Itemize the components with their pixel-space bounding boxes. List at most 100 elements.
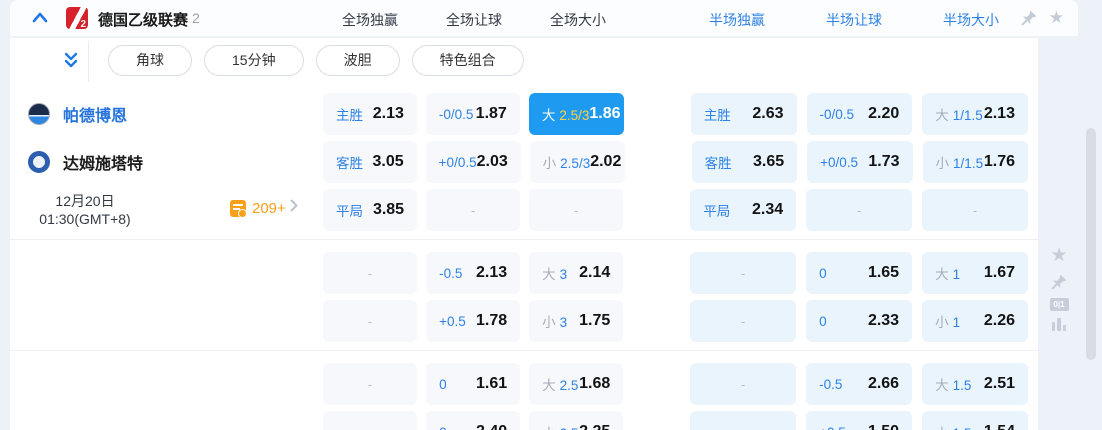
home-team[interactable]: 帕德博恩 [28, 93, 127, 135]
odds-cell[interactable]: 主胜 2.63 [690, 93, 797, 135]
odds-label: 小 2.5 [542, 422, 578, 430]
odds-cell[interactable]: +0.5 1.78 [426, 300, 521, 342]
league-logo-number: 2 [80, 19, 86, 29]
odds-cell[interactable]: 小 1/1.5 1.76 [922, 141, 1028, 183]
odds-cell[interactable]: 客胜 3.65 [691, 141, 798, 183]
tabs-divider [88, 41, 89, 82]
over-under-side: 大 [542, 378, 556, 393]
odds-value: 1.67 [983, 264, 1015, 281]
odds-table: 帕德博恩 主胜 2.13 -0/0.5 1.87 大 2.5/3 1.86 主胜 2.63 -0/0… [10, 93, 1038, 430]
league-name[interactable]: 德国乙级联赛 [98, 9, 188, 30]
over-under-side: 小 [542, 156, 557, 171]
clock-badge-icon [238, 209, 247, 218]
odds-value: 1.76 [983, 153, 1015, 170]
star-icon[interactable]: ★ [1049, 6, 1064, 30]
odds-row: - +0.5 1.78 小 3 1.75-0 2.33 小 1 2.26 [10, 300, 1038, 342]
tab-pill-1[interactable]: 角球 [108, 45, 192, 76]
odds-cell[interactable]: 小 1 2.26 [922, 300, 1028, 342]
over-under-side: 大 [935, 378, 949, 393]
market-column-header-1[interactable]: 全场独赢 [310, 10, 430, 30]
group-separator [10, 239, 1038, 240]
odds-cell[interactable]: 大 2.5 1.68 [529, 363, 624, 405]
row-left-column: 帕德博恩 [10, 93, 323, 135]
odds-value: 2.66 [867, 375, 900, 392]
odds-value: 1.65 [867, 264, 900, 281]
tab-pill-3[interactable]: 波胆 [315, 45, 400, 76]
odds-cell[interactable]: +0/0.5 1.73 [807, 141, 913, 183]
odds-cell[interactable]: 小 3 1.75 [529, 300, 624, 342]
odds-value: 2.13 [372, 105, 404, 122]
scrollbar-thumb[interactable] [1086, 128, 1096, 360]
handicap-line: 3 [559, 315, 568, 330]
odds-value: 1.68 [579, 375, 611, 392]
market-column-header-5[interactable]: 半场让球 [794, 10, 914, 30]
odds-cell[interactable]: -0.5 2.13 [426, 252, 521, 294]
handicap-line: 1/1.5 [953, 156, 984, 171]
tab-pill-2[interactable]: 15分钟 [204, 45, 304, 76]
odds-cell[interactable]: 02.40 [426, 411, 521, 430]
odds-cell[interactable]: 0 1.65 [806, 252, 913, 294]
odds-cell[interactable]: 大 1 1.67 [922, 252, 1028, 294]
odds-row: 帕德博恩 主胜 2.13 -0/0.5 1.87 大 2.5/3 1.86 主胜 2.63 -0/0… [10, 93, 1038, 135]
odds-cell[interactable]: 主胜 2.13 [323, 93, 417, 135]
match-card: 角球 15分钟 波胆 特色组合 帕德博恩 主胜 2.13 -0/0.5 1.87 大 2.5/3 1… [10, 38, 1038, 430]
pin-icon[interactable] [1020, 9, 1038, 27]
league-match-count: 2 [192, 10, 200, 26]
over-under-side: 小 [542, 426, 556, 430]
odds-cell[interactable]: 0 1.61 [426, 363, 521, 405]
odds-value: 1.61 [476, 375, 508, 392]
odds-cell[interactable]: 0 2.33 [806, 300, 913, 342]
group-separator [10, 350, 1038, 351]
market-column-header-4[interactable]: 半场独赢 [677, 10, 797, 30]
odds-value: 2.14 [579, 264, 611, 281]
odds-value: 2.02 [590, 153, 622, 170]
over-under-side: 大 [542, 267, 556, 282]
tab-pill-4[interactable]: 特色组合 [411, 45, 524, 76]
sub-market-tabs-row: 角球 15分钟 波胆 特色组合 [10, 38, 1038, 85]
odds-cell-selected[interactable]: 大 2.5/3 1.86 [528, 93, 624, 135]
favorite-star-icon[interactable]: ★ [1050, 244, 1067, 268]
away-team-logo-icon [28, 151, 50, 173]
market-column-header-2[interactable]: 全场让球 [414, 10, 534, 30]
pin-icon[interactable] [1050, 273, 1068, 291]
odds-cell[interactable]: 小 2.5/3 2.02 [529, 141, 625, 183]
market-column-header-3[interactable]: 全场大小 [518, 10, 638, 30]
odds-value: 3.85 [372, 201, 405, 218]
odds-cell[interactable]: -0/0.5 2.20 [806, 93, 913, 135]
odds-cell[interactable]: 平局 2.34 [690, 189, 797, 231]
odds-cell[interactable]: 小 1.5 1.54 [922, 411, 1028, 430]
odds-row: -0 1.61 大 2.5 1.68- -0.5 2.66 大 1.5 2.51 [10, 363, 1038, 405]
odds-cell[interactable]: -0.5 2.66 [806, 363, 913, 405]
odds-cell[interactable]: 大 1/1.5 2.13 [922, 93, 1028, 135]
expand-double-chevron-down-icon[interactable] [60, 51, 82, 71]
odds-label: -0/0.5 [819, 106, 855, 122]
odds-cell-empty: - [922, 189, 1028, 231]
stats-chart-icon[interactable] [1051, 318, 1067, 331]
odds-label: 大 1.5 [935, 374, 971, 394]
odds-value: 1.87 [475, 105, 507, 122]
odds-cell[interactable]: -0/0.5 1.87 [425, 93, 520, 135]
over-under-side: 小 [935, 315, 949, 330]
odds-label: +0/0.5 [438, 154, 477, 170]
odds-cell[interactable]: +0/0.5 2.03 [425, 141, 521, 183]
odds-label: 主胜 [703, 108, 731, 123]
odds-cell[interactable]: 客胜 3.05 [323, 141, 417, 183]
odds-cell[interactable]: 平局 3.85 [323, 189, 418, 231]
away-team[interactable]: 达姆施塔特 [28, 141, 143, 183]
odds-value: 2.40 [476, 423, 507, 430]
binary-odds-icon[interactable]: 0|1 [1049, 298, 1069, 311]
collapse-chevron-up-icon[interactable] [30, 9, 50, 27]
odds-cell[interactable]: 小 2.52.25 [529, 411, 624, 430]
odds-cell[interactable]: 大 3 2.14 [529, 252, 624, 294]
handicap-line: 1 [952, 267, 961, 282]
odds-cell[interactable]: 大 1.5 2.51 [922, 363, 1028, 405]
market-column-header-6[interactable]: 半场大小 [911, 10, 1031, 30]
handicap-line: 2.5 [559, 378, 579, 393]
odds-value: 2.26 [983, 312, 1015, 329]
home-team-name[interactable]: 帕德博恩 [63, 102, 127, 126]
away-team-name[interactable]: 达姆施塔特 [63, 150, 143, 174]
odds-cell[interactable]: +0.5 1.50 [806, 411, 913, 430]
odds-value: 1.86 [589, 105, 621, 122]
odds-label: 0 [439, 376, 447, 392]
more-markets-count[interactable]: 209+ [252, 200, 286, 217]
